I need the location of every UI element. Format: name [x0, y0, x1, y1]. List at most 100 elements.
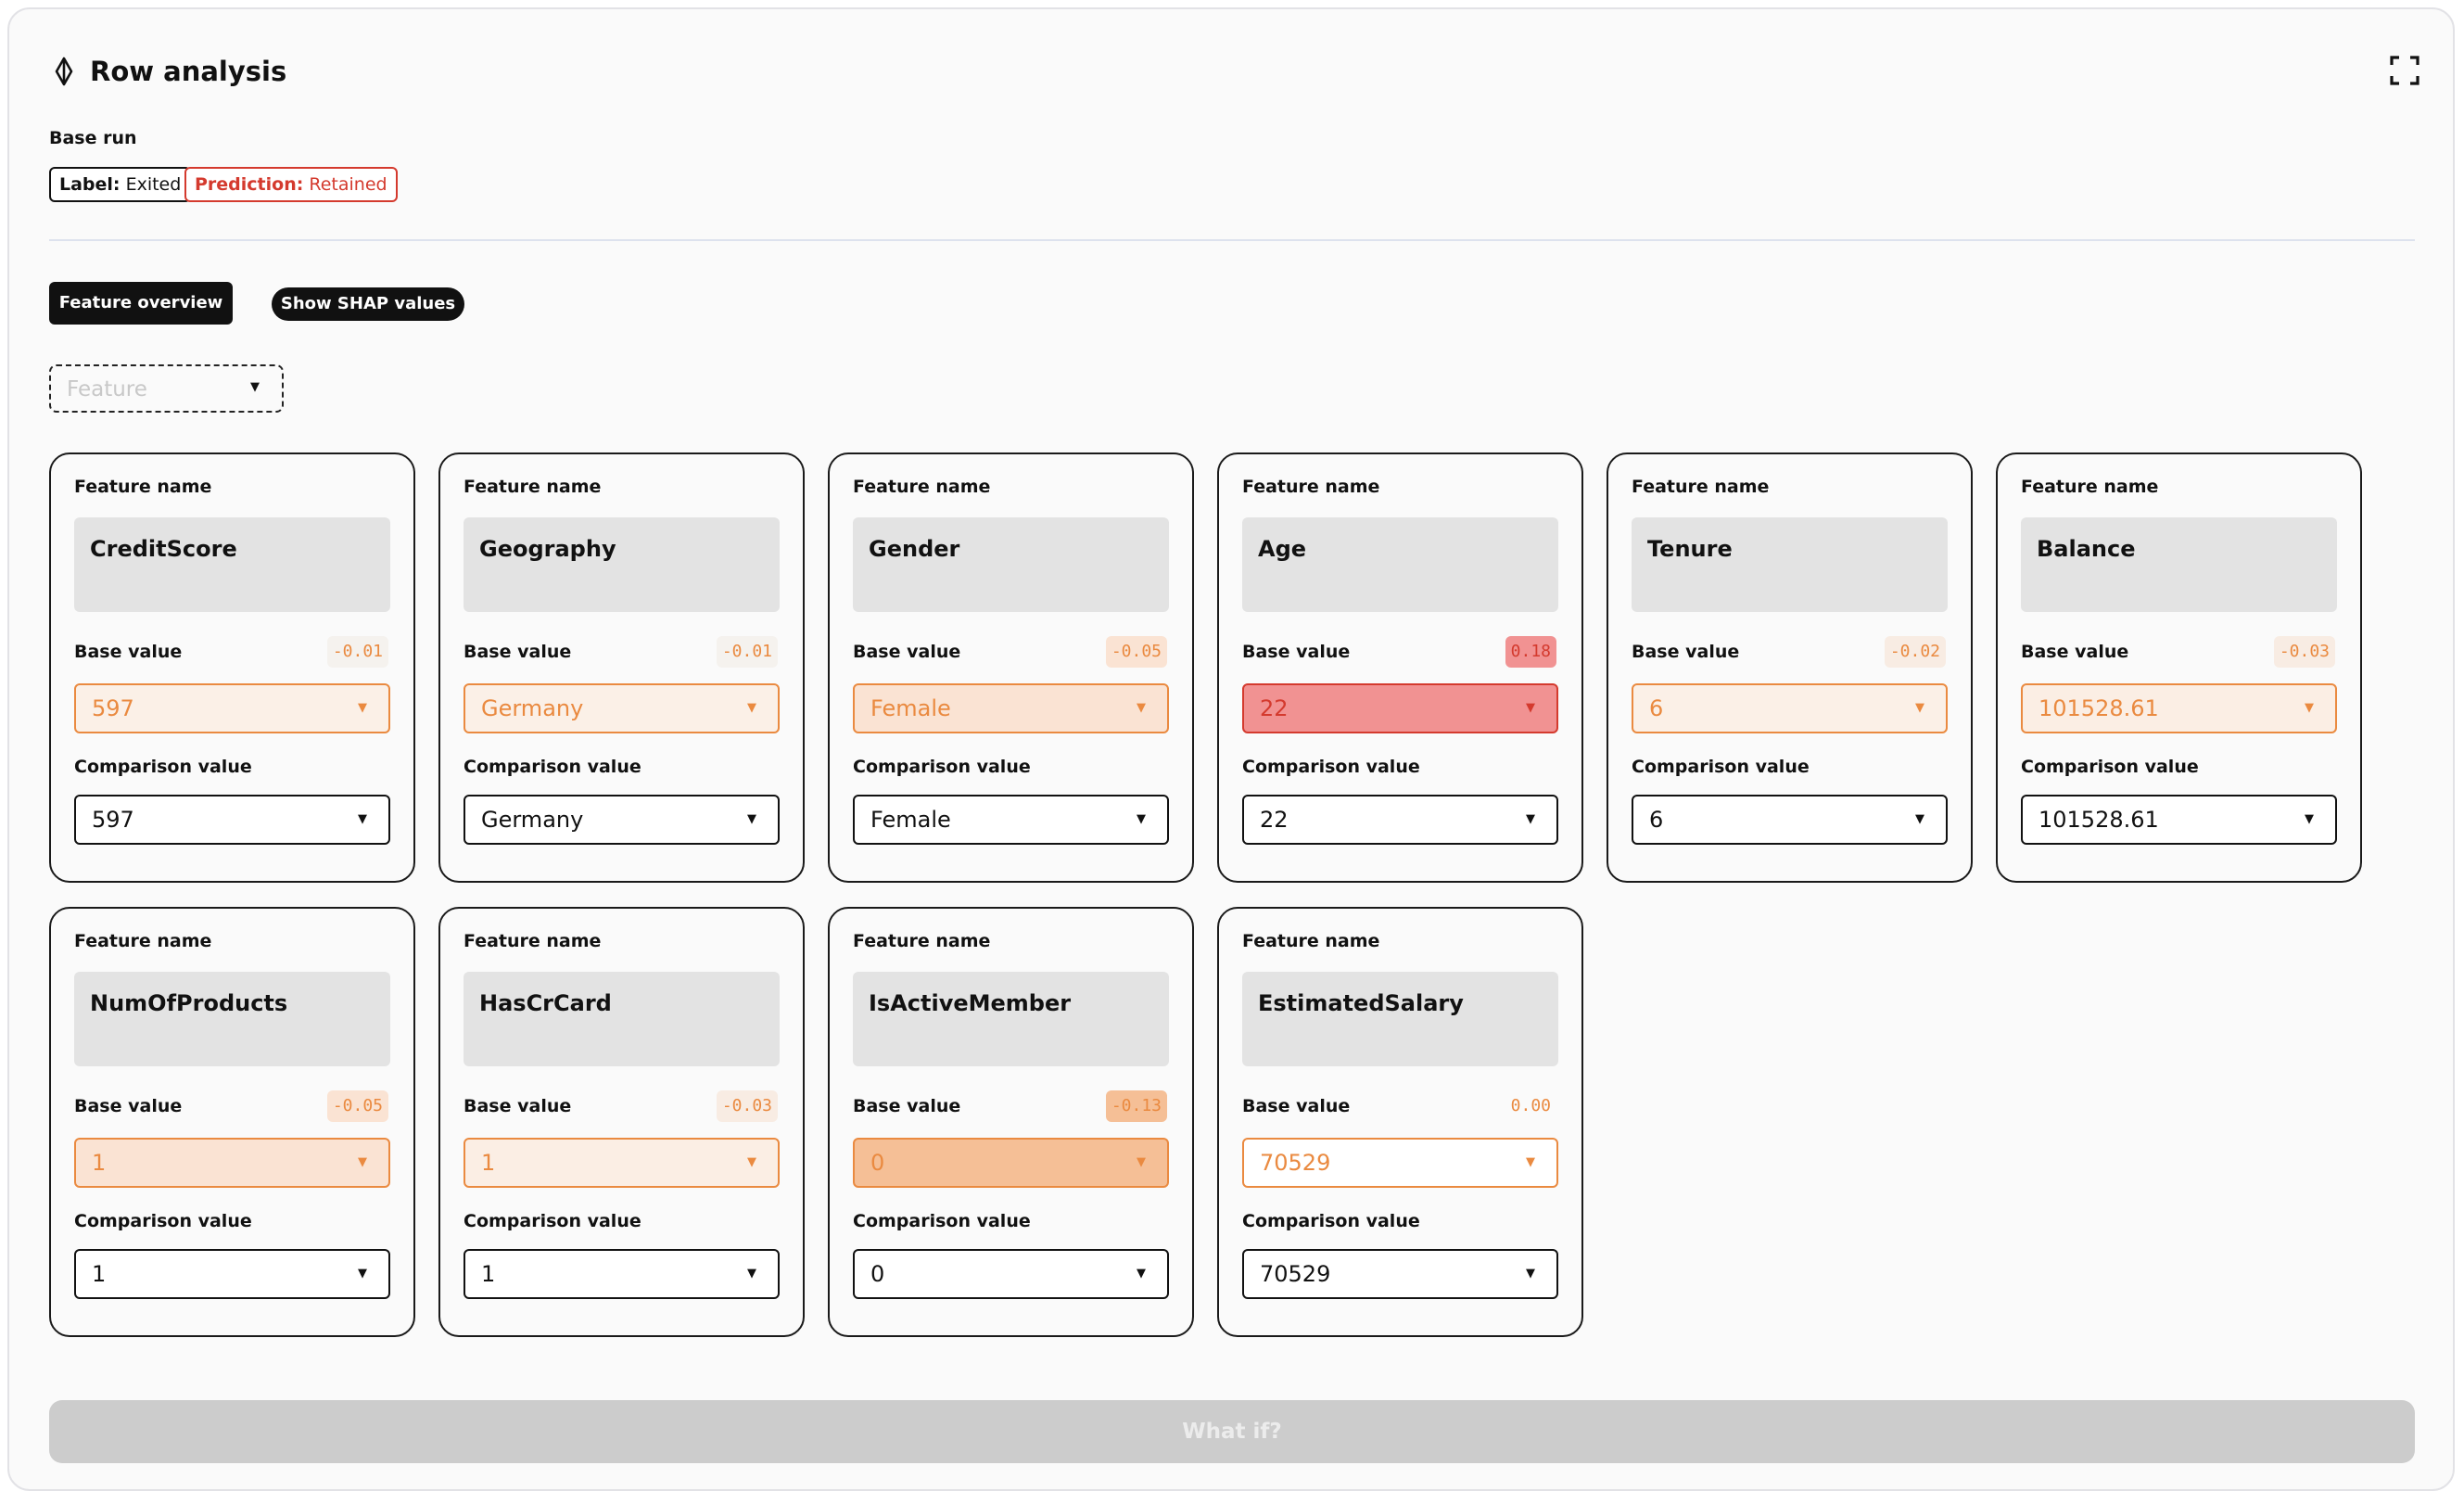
feature-name-box: CreditScore: [74, 517, 390, 612]
base-value-select[interactable]: Female ▼: [853, 683, 1169, 733]
feature-card: Feature name Geography Base value -0.01 …: [438, 452, 805, 883]
show-shap-values-button[interactable]: Show SHAP values: [272, 287, 464, 321]
feature-name-box: IsActiveMember: [853, 972, 1169, 1066]
base-value-select[interactable]: Germany ▼: [464, 683, 780, 733]
feature-name-value: Age: [1258, 536, 1307, 562]
shap-value-badge: -0.01: [716, 636, 778, 668]
comparison-value-text: Germany: [481, 807, 584, 833]
shap-value-badge: -0.02: [1884, 636, 1946, 668]
caret-down-icon: ▼: [1915, 701, 1924, 715]
caret-down-icon: ▼: [1526, 1267, 1535, 1281]
comparison-value-select[interactable]: 6 ▼: [1632, 795, 1948, 845]
caret-down-icon: ▼: [358, 1155, 367, 1169]
caret-down-icon: ▼: [250, 380, 260, 394]
feature-name-value: Geography: [479, 536, 616, 562]
caret-down-icon: ▼: [1526, 1155, 1535, 1169]
feature-name-box: EstimatedSalary: [1242, 972, 1558, 1066]
shap-value-badge: 0.00: [1510, 1096, 1551, 1115]
comparison-value-text: 101528.61: [2039, 807, 2159, 833]
label-badge-key: Label:: [59, 174, 121, 195]
base-value-text: 22: [1260, 695, 1289, 721]
base-value-select[interactable]: 70529 ▼: [1242, 1138, 1558, 1188]
comparison-value-text: 70529: [1260, 1261, 1331, 1287]
feature-name-label: Feature name: [853, 931, 991, 951]
comparison-value-select[interactable]: 70529 ▼: [1242, 1249, 1558, 1299]
base-value-select[interactable]: 6 ▼: [1632, 683, 1948, 733]
feature-name-box: Gender: [853, 517, 1169, 612]
fullscreen-icon[interactable]: [2388, 54, 2421, 87]
feature-filter-placeholder: Feature: [67, 377, 147, 401]
comparison-value-select[interactable]: 597 ▼: [74, 795, 390, 845]
base-value-select[interactable]: 101528.61 ▼: [2021, 683, 2337, 733]
caret-down-icon: ▼: [358, 812, 367, 826]
caret-down-icon: ▼: [1137, 701, 1146, 715]
base-value-label: Base value: [74, 1096, 183, 1116]
comparison-value-select[interactable]: 0 ▼: [853, 1249, 1169, 1299]
shap-value-badge: -0.05: [326, 1090, 388, 1122]
comparison-value-text: Female: [870, 807, 951, 833]
shap-value-badge: -0.01: [326, 636, 388, 668]
base-value-text: 0: [870, 1150, 885, 1176]
comparison-value-label: Comparison value: [74, 757, 252, 777]
feature-card: Feature name Gender Base value -0.05 Fem…: [828, 452, 1194, 883]
base-value-label: Base value: [74, 642, 183, 662]
feature-name-label: Feature name: [464, 931, 602, 951]
shap-value-badge: -0.05: [1105, 636, 1167, 668]
diamond-cursor-icon: [55, 57, 73, 86]
comparison-value-select[interactable]: 22 ▼: [1242, 795, 1558, 845]
comparison-value-label: Comparison value: [464, 1211, 641, 1231]
feature-name-value: HasCrCard: [479, 990, 612, 1016]
base-value-label: Base value: [1242, 1096, 1351, 1116]
base-value-select[interactable]: 597 ▼: [74, 683, 390, 733]
label-badge-value: Exited: [125, 174, 182, 195]
comparison-value-select[interactable]: Female ▼: [853, 795, 1169, 845]
tab-feature-overview[interactable]: Feature overview: [49, 282, 233, 325]
comparison-value-select[interactable]: 1 ▼: [464, 1249, 780, 1299]
feature-name-value: Gender: [869, 536, 960, 562]
feature-name-label: Feature name: [2021, 477, 2159, 497]
feature-card: Feature name EstimatedSalary Base value …: [1217, 907, 1583, 1337]
feature-filter-select[interactable]: Feature ▼: [49, 364, 284, 413]
base-value-select[interactable]: 1 ▼: [464, 1138, 780, 1188]
shap-value-badge: -0.03: [716, 1090, 778, 1122]
feature-name-label: Feature name: [853, 477, 991, 497]
comparison-value-label: Comparison value: [1242, 757, 1420, 777]
feature-name-box: Tenure: [1632, 517, 1948, 612]
base-value-select[interactable]: 22 ▼: [1242, 683, 1558, 733]
caret-down-icon: ▼: [1915, 812, 1924, 826]
shap-value-badge: 0.18: [1505, 636, 1556, 668]
prediction-badge-key: Prediction:: [195, 174, 304, 195]
feature-card: Feature name Tenure Base value -0.02 6 ▼…: [1607, 452, 1973, 883]
caret-down-icon: ▼: [1526, 701, 1535, 715]
feature-name-value: Tenure: [1647, 536, 1733, 562]
caret-down-icon: ▼: [747, 1155, 756, 1169]
divider: [49, 239, 2415, 241]
base-value-select[interactable]: 1 ▼: [74, 1138, 390, 1188]
comparison-value-label: Comparison value: [2021, 757, 2199, 777]
comparison-value-label: Comparison value: [853, 1211, 1031, 1231]
caret-down-icon: ▼: [2305, 701, 2314, 715]
comparison-value-select[interactable]: 1 ▼: [74, 1249, 390, 1299]
base-value-text: 101528.61: [2039, 695, 2159, 721]
comparison-value-select[interactable]: 101528.61 ▼: [2021, 795, 2337, 845]
base-value-label: Base value: [1632, 642, 1740, 662]
comparison-value-text: 597: [92, 807, 134, 833]
page-title: Row analysis: [90, 56, 287, 87]
base-value-select[interactable]: 0 ▼: [853, 1138, 1169, 1188]
feature-name-label: Feature name: [74, 477, 212, 497]
what-if-button[interactable]: What if?: [49, 1400, 2415, 1463]
caret-down-icon: ▼: [1526, 812, 1535, 826]
comparison-value-select[interactable]: Germany ▼: [464, 795, 780, 845]
caret-down-icon: ▼: [358, 1267, 367, 1281]
base-value-text: 597: [92, 695, 134, 721]
comparison-value-text: 6: [1649, 807, 1664, 833]
comparison-value-text: 22: [1260, 807, 1289, 833]
feature-name-box: Balance: [2021, 517, 2337, 612]
base-value-text: 1: [481, 1150, 496, 1176]
feature-name-value: EstimatedSalary: [1258, 990, 1464, 1016]
comparison-value-label: Comparison value: [1242, 1211, 1420, 1231]
prediction-badge: Prediction: Retained: [184, 167, 398, 202]
feature-name-label: Feature name: [74, 931, 212, 951]
shap-value-badge: -0.13: [1105, 1090, 1167, 1122]
comparison-value-label: Comparison value: [464, 757, 641, 777]
